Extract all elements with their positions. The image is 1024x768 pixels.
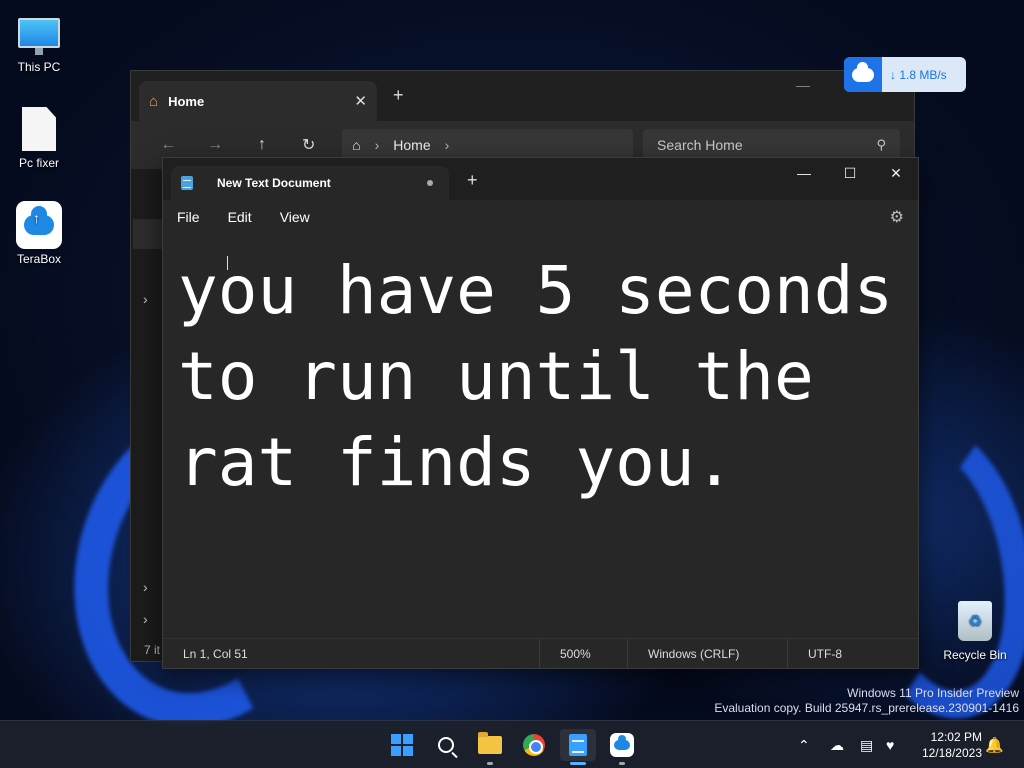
close-button[interactable]: ✕ <box>873 158 919 188</box>
network-icon: ▤ <box>860 736 874 753</box>
breadcrumb-home[interactable]: Home <box>393 137 430 153</box>
chevron-right-icon[interactable]: › <box>143 611 148 627</box>
terabox-icon <box>16 201 62 249</box>
explorer-status-text: 7 it <box>144 643 161 657</box>
clock-date: 12/18/2023 <box>921 746 982 760</box>
chrome-icon <box>523 734 545 756</box>
notepad-icon <box>569 734 587 756</box>
folder-icon <box>478 732 502 754</box>
download-speed: ↓ 1.8 MB/s <box>890 67 947 82</box>
explorer-tab-bar: ⌂ Home ✕ + — <box>131 71 914 121</box>
notepad-new-tab-button[interactable]: + <box>467 170 478 191</box>
notepad-status-bar: Ln 1, Col 51 500% Windows (CRLF) UTF-8 <box>163 638 918 668</box>
taskbar-chrome[interactable] <box>516 729 552 761</box>
search-placeholder: Search Home <box>657 137 743 153</box>
notepad-title-bar: New Text Document + — ☐ ✕ <box>163 158 918 200</box>
line-ending[interactable]: Windows (CRLF) <box>627 639 787 668</box>
notepad-tab[interactable]: New Text Document <box>171 166 449 200</box>
taskbar-file-explorer[interactable] <box>472 729 508 765</box>
desktop-icon-label: This PC <box>17 60 61 74</box>
volume-tray-icon[interactable]: ♥ <box>886 721 894 768</box>
desktop-icon-recycle-bin[interactable]: ♻ Recycle Bin <box>937 598 1013 662</box>
desktop-icon-pc-fixer[interactable]: Pc fixer <box>1 106 77 170</box>
explorer-tab-home[interactable]: ⌂ Home ✕ <box>139 81 377 121</box>
chevron-up-icon: ⌃ <box>798 736 810 753</box>
home-icon: ⌂ <box>352 137 361 153</box>
taskbar-terabox[interactable] <box>604 729 640 765</box>
terabox-icon <box>610 733 634 757</box>
back-arrow-icon[interactable]: ← <box>145 136 192 154</box>
unsaved-dot-icon[interactable] <box>427 180 433 186</box>
evaluation-watermark: Windows 11 Pro Insider Preview Evaluatio… <box>714 686 1019 716</box>
taskbar-search-button[interactable] <box>428 729 464 761</box>
zoom-level[interactable]: 500% <box>539 639 627 668</box>
menu-edit[interactable]: Edit <box>228 209 252 225</box>
running-indicator <box>570 762 586 765</box>
sidebar-selection <box>133 219 163 249</box>
search-icon <box>438 737 454 753</box>
chevron-right-icon[interactable]: › <box>143 291 148 307</box>
notification-bell-icon[interactable]: 🔔 <box>985 736 1004 754</box>
desktop-icon-label: Recycle Bin <box>943 648 1007 662</box>
forward-arrow-icon[interactable]: → <box>192 136 239 154</box>
start-button[interactable] <box>384 729 420 761</box>
terabox-speed-widget[interactable]: ↓ 1.8 MB/s <box>844 57 966 92</box>
notepad-text-area[interactable]: you have 5 seconds to run until the rat … <box>178 248 913 506</box>
encoding[interactable]: UTF-8 <box>787 639 862 668</box>
taskbar-notepad[interactable] <box>560 729 596 765</box>
volume-muted-icon: ♥ <box>886 737 895 753</box>
chevron-right-icon: › <box>374 137 380 153</box>
network-tray-icon[interactable]: ▤ <box>860 721 873 768</box>
notepad-window[interactable]: New Text Document + — ☐ ✕ File Edit View… <box>162 157 919 669</box>
chevron-right-icon[interactable]: › <box>143 579 148 595</box>
notepad-tab-title: New Text Document <box>217 176 331 190</box>
search-icon: ⚲ <box>876 137 887 152</box>
taskbar: ⌃ ☁ ▤ ♥ 12:02 PM 12/18/2023 🔔 <box>0 720 1024 768</box>
desktop-icon-label: Pc fixer <box>18 156 59 170</box>
desktop-icon-this-pc[interactable]: This PC <box>1 10 77 74</box>
up-arrow-icon[interactable]: ↑ <box>239 136 286 154</box>
show-hidden-icons-button[interactable]: ⌃ <box>798 721 810 768</box>
menu-view[interactable]: View <box>280 209 310 225</box>
home-icon: ⌂ <box>149 92 159 110</box>
watermark-line-2: Evaluation copy. Build 25947.rs_prerelea… <box>714 701 1019 715</box>
explorer-minimize-button[interactable]: — <box>796 77 810 93</box>
explorer-new-tab-button[interactable]: + <box>393 85 404 106</box>
minimize-button[interactable]: — <box>781 158 827 188</box>
file-icon <box>16 106 62 152</box>
maximize-button[interactable]: ☐ <box>827 158 873 188</box>
windows-logo-icon <box>391 734 413 756</box>
cursor-position: Ln 1, Col 51 <box>183 646 248 661</box>
chevron-right-icon[interactable]: › <box>445 137 450 153</box>
explorer-tab-title: Home <box>168 93 205 109</box>
this-pc-icon <box>16 10 62 56</box>
refresh-icon[interactable]: ↻ <box>285 135 332 155</box>
cloud-upload-icon <box>844 57 882 92</box>
desktop-icon-label: TeraBox <box>16 252 62 266</box>
notepad-icon <box>181 176 193 190</box>
close-tab-icon[interactable]: ✕ <box>354 92 367 110</box>
cloud-off-icon: ☁ <box>830 736 844 753</box>
desktop-icon-terabox[interactable]: TeraBox <box>1 201 77 266</box>
onedrive-tray-icon[interactable]: ☁ <box>830 721 844 768</box>
recycle-bin-icon: ♻ <box>952 598 998 644</box>
running-indicator <box>619 762 625 765</box>
gear-icon[interactable]: ⚙ <box>890 207 904 227</box>
menu-file[interactable]: File <box>177 209 200 225</box>
clock-time: 12:02 PM <box>930 730 982 744</box>
notepad-menu-bar: File Edit View ⚙ <box>163 200 918 234</box>
watermark-line-1: Windows 11 Pro Insider Preview <box>847 686 1019 700</box>
taskbar-clock[interactable]: 12:02 PM 12/18/2023 <box>922 729 982 761</box>
running-indicator <box>487 762 493 765</box>
